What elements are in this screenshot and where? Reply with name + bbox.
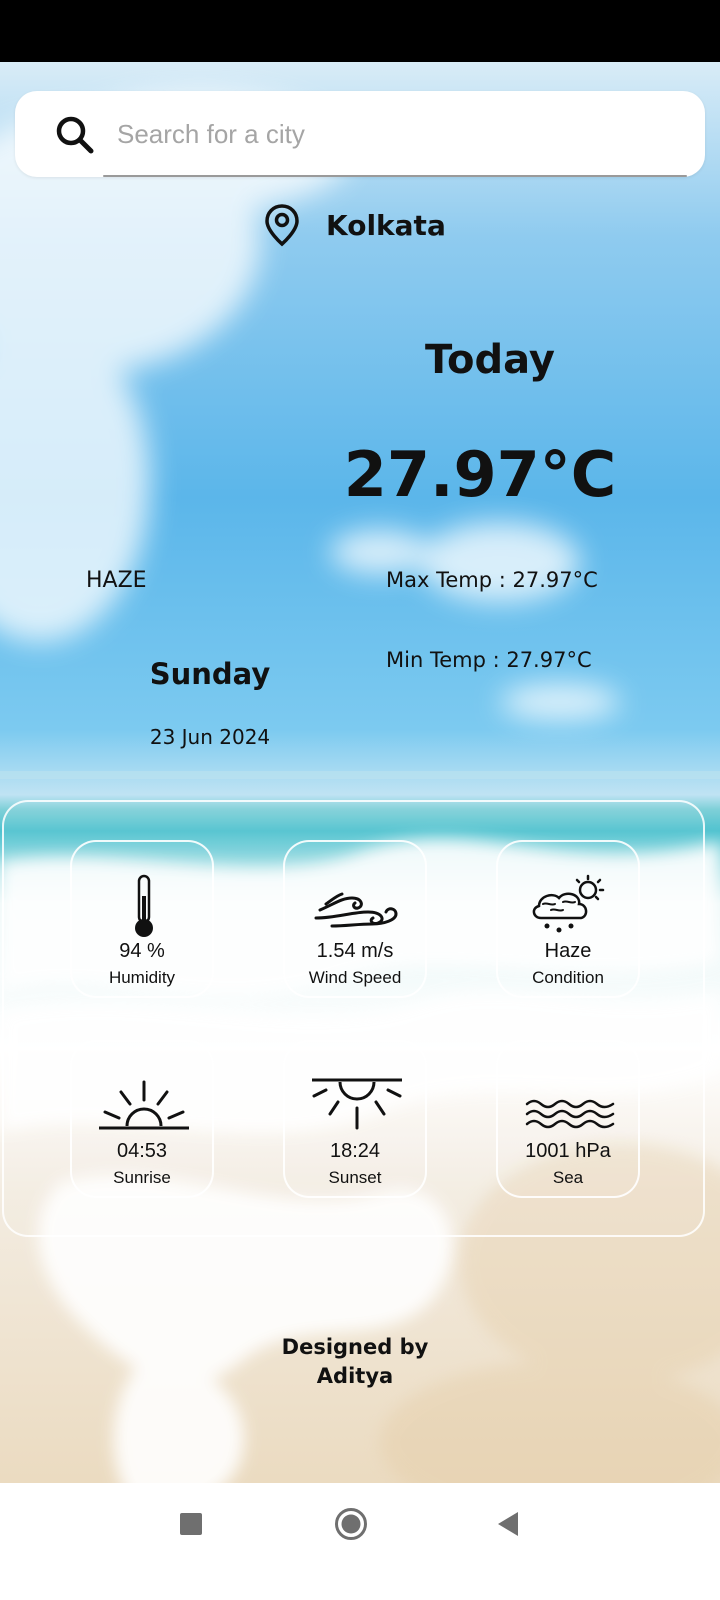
wind-icon [314,892,398,928]
beach-background [0,62,720,1513]
sea-pressure-value: 1001 hPa [525,1140,611,1162]
condition-label: Condition [532,968,604,987]
footer-credit: Designed by Aditya [240,1333,470,1391]
today-heading: Today [425,337,555,383]
search-bar[interactable] [15,91,705,177]
footer-line-2: Aditya [316,1364,394,1388]
sea-pressure-tile: 1001 hPa Sea [496,1040,640,1198]
sunset-tile: 18:24 Sunset [283,1040,427,1198]
humidity-value: 94 % [119,940,165,962]
footer-line-1: Designed by [281,1335,429,1359]
current-temperature: 27.97°C [343,438,617,511]
search-input-underline [103,175,687,177]
home-button[interactable] [334,1507,368,1541]
location-pin-icon [265,204,299,247]
sunrise-label: Sunrise [113,1168,171,1187]
max-temperature: Max Temp : 27.97°C [386,568,598,592]
search-icon[interactable] [55,115,95,155]
location-display: Kolkata [264,200,446,250]
search-input[interactable] [115,107,679,161]
humidity-label: Humidity [108,968,176,987]
humidity-tile: 94 % Humidity [70,840,214,998]
wind-speed-value: 1.54 m/s [316,940,394,962]
weather-condition: HAZE [86,568,147,593]
sunrise-icon [99,1080,189,1130]
system-navigation-bar [0,1483,720,1600]
min-temperature: Min Temp : 27.97°C [386,648,592,672]
sunrise-tile: 04:53 Sunrise [70,1040,214,1198]
background-art [0,92,720,1513]
thermometer-icon [135,874,153,937]
status-bar [0,0,720,62]
sunset-icon [312,1078,402,1130]
wind-speed-label: Wind Speed [308,968,402,987]
sunrise-value: 04:53 [116,1140,168,1162]
haze-cloud-icon [532,874,605,933]
wind-speed-tile: 1.54 m/s Wind Speed [283,840,427,998]
sunset-label: Sunset [328,1168,382,1187]
sea-waves-icon [525,1099,615,1129]
condition-tile: Haze Condition [496,840,640,998]
day-name: Sunday [149,657,271,691]
sea-pressure-label: Sea [552,1168,584,1187]
condition-value: Haze [544,940,592,962]
date-text: 23 Jun 2024 [149,725,271,749]
sunset-value: 18:24 [329,1140,381,1162]
city-name: Kolkata [326,208,446,242]
recent-apps-button[interactable] [180,1513,202,1535]
back-button[interactable] [496,1511,520,1537]
weather-details-panel: 94 % Humidity 1.54 m/s Wind Speed Haze C… [2,800,705,1237]
